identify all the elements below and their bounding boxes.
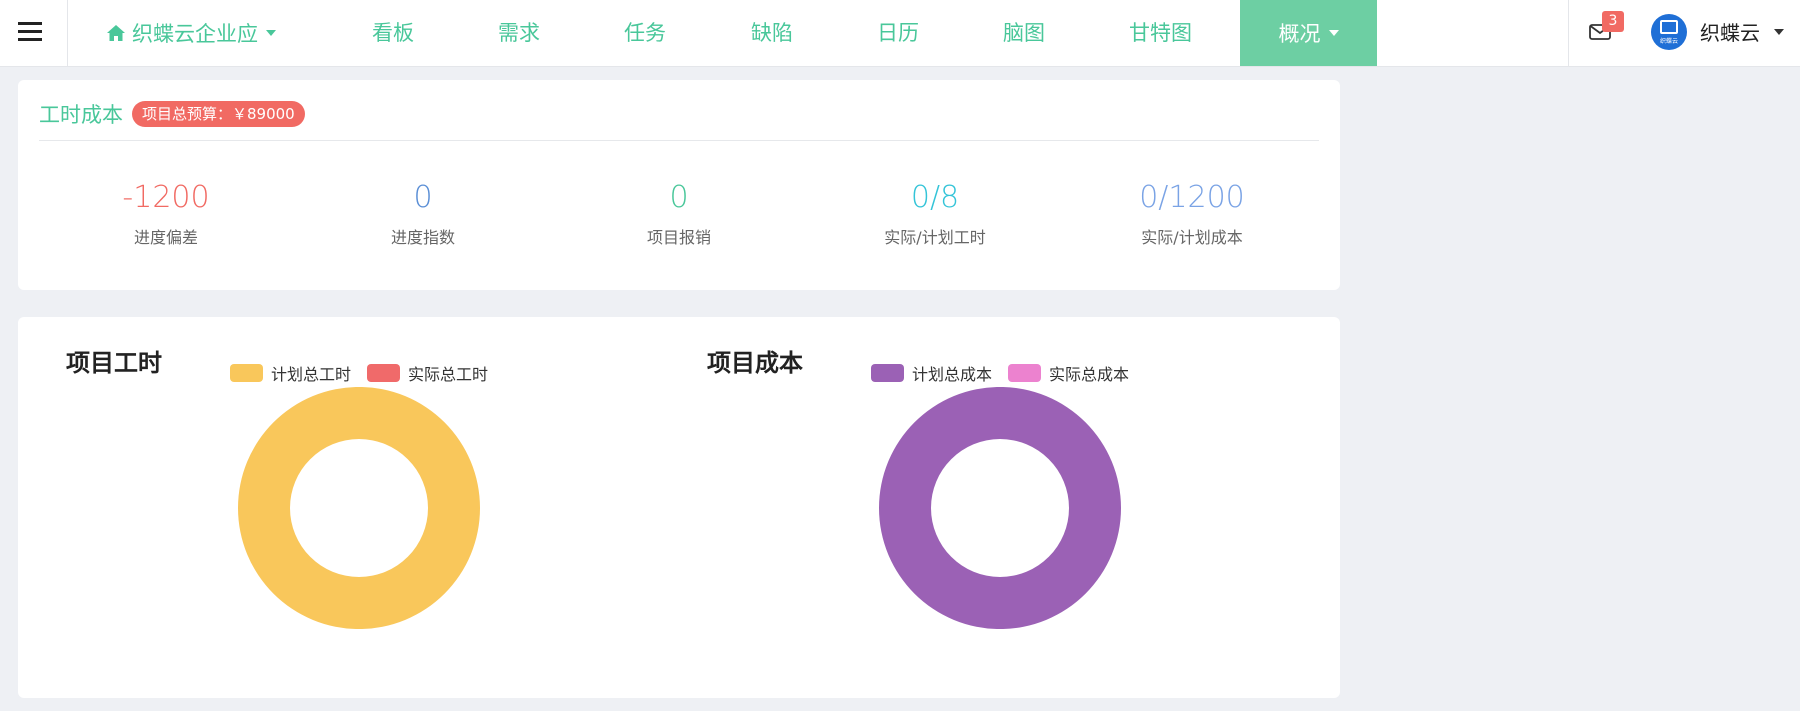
legend-item[interactable]: 实际总工时 [367,361,488,385]
nav-item-mindmap[interactable]: 脑图 [1003,0,1045,66]
donut-slice[interactable] [879,387,1121,629]
legend-label: 实际总工时 [408,365,489,384]
nav-item-calendar[interactable]: 日历 [877,0,919,66]
legend-swatch [871,364,904,382]
chart-legend: 计划总成本 实际总成本 [871,361,1129,385]
metric-value: -1200 [122,180,210,215]
budget-badge: 项目总预算：￥89000 [132,101,305,127]
home-icon [107,25,125,41]
nav-item-board[interactable]: 看板 [372,0,414,66]
nav-item-overview[interactable]: 概况 [1240,0,1377,66]
legend-swatch [230,364,263,382]
chevron-down-icon [266,30,276,36]
metric-schedule-variance: -1200 进度偏差 [46,178,286,248]
chevron-down-icon[interactable] [1774,29,1784,35]
donut-chart [238,387,480,629]
metric-label: 实际/计划成本 [1141,228,1243,247]
chart-title: 项目工时 [66,349,162,377]
chevron-down-icon [1328,30,1339,36]
nav-item-requirements[interactable]: 需求 [498,0,540,66]
cost-chart: 项目成本 计划总成本 实际总成本 [659,317,1299,698]
cost-section-title: 工时成本 [39,103,123,127]
metric-schedule-index: 0 进度指数 [303,178,543,248]
avatar-text: 织蝶云 [1659,38,1678,45]
charts-card: 项目工时 计划总工时 实际总工时 项目成本 计划总成本 实际总成本 [18,317,1340,698]
metric-label: 项目报销 [646,228,711,247]
avatar[interactable]: 织蝶云 [1651,14,1687,50]
legend-label: 实际总成本 [1049,365,1130,384]
mail-count-badge: 3 [1602,11,1624,32]
nav-item-tasks[interactable]: 任务 [624,0,666,66]
metric-hours: 0/8 实际/计划工时 [815,178,1055,248]
menu-icon [18,22,42,25]
metric-label: 进度指数 [390,228,455,247]
metric-value: 0 [669,180,689,215]
chart-title: 项目成本 [707,349,803,377]
legend-swatch [367,364,401,382]
legend-item[interactable]: 计划总成本 [871,361,992,385]
user-name[interactable]: 织蝶云 [1700,17,1760,46]
metric-reimbursement: 0 项目报销 [559,178,799,248]
nav-item-defects[interactable]: 缺陷 [751,0,793,66]
donut-chart [879,387,1121,629]
logo-icon [1660,20,1678,34]
project-selector[interactable]: 织蝶云企业应 [106,0,276,66]
legend-item[interactable]: 计划总工时 [230,361,351,385]
metric-value: 0/8 [910,180,960,215]
cost-summary-card: 工时成本 项目总预算：￥89000 -1200 进度偏差 0 进度指数 0 项目… [18,80,1340,290]
chart-legend: 计划总工时 实际总工时 [230,361,488,385]
top-navbar: 织蝶云企业应 看板 需求 任务 缺陷 日历 脑图 甘特图 概况 3 织蝶云 织蝶… [0,0,1800,67]
donut-slice[interactable] [238,387,480,629]
nav-overview-label: 概况 [1278,22,1321,46]
legend-label: 计划总工时 [271,365,352,384]
metric-label: 进度偏差 [133,228,198,247]
divider [39,140,1319,141]
menu-toggle-button[interactable] [0,0,68,66]
metric-value: 0/1200 [1139,180,1245,215]
metric-label: 实际/计划工时 [884,228,986,247]
legend-swatch [1008,364,1042,382]
project-name: 织蝶云企业应 [132,22,258,46]
metric-cost: 0/1200 实际/计划成本 [1072,178,1312,248]
divider [1568,0,1569,66]
hours-chart: 项目工时 计划总工时 实际总工时 [18,317,658,698]
legend-item[interactable]: 实际总成本 [1008,361,1129,385]
metric-value: 0 [413,180,433,215]
legend-label: 计划总成本 [912,365,993,384]
nav-item-gantt[interactable]: 甘特图 [1129,0,1192,66]
